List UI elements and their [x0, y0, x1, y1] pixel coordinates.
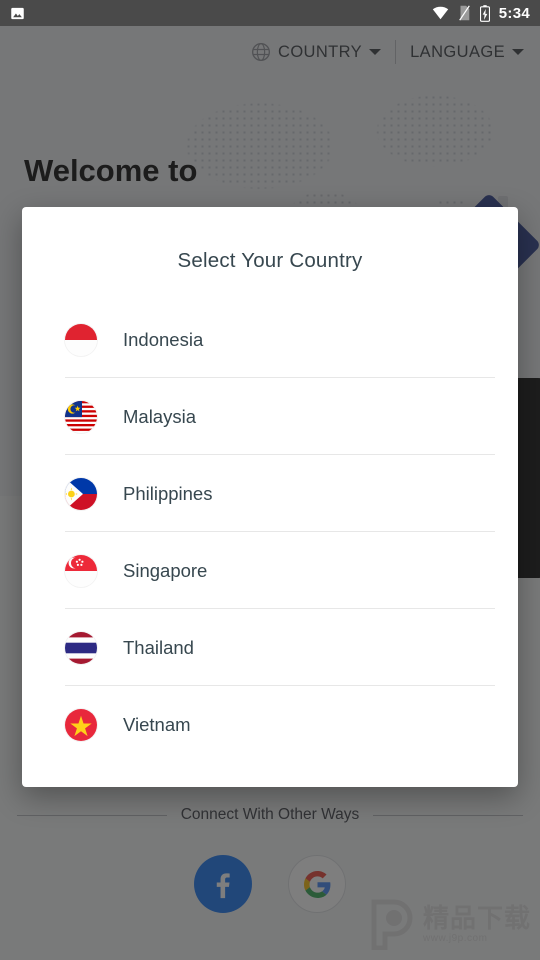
- screen: COUNTRY LANGUAGE Welcome to Connect With…: [0, 0, 540, 960]
- country-list-item-singapore[interactable]: Singapore: [22, 532, 518, 609]
- country-name-label: Thailand: [123, 636, 194, 658]
- vietnam-flag-icon: [65, 708, 97, 741]
- country-name-label: Vietnam: [123, 713, 191, 735]
- country-list-item-vietnam[interactable]: Vietnam: [22, 686, 518, 763]
- dialog-title: Select Your Country: [177, 249, 363, 272]
- philippines-flag-icon: [65, 477, 97, 510]
- country-list: Indonesia Malaysia Philippines Singapore…: [22, 301, 518, 763]
- no-sim-icon: [458, 5, 470, 21]
- status-bar-icons: 5:34: [432, 5, 530, 22]
- country-selection-dialog: Select Your Country Indonesia Malaysia P…: [22, 207, 518, 787]
- status-bar-notifications: [10, 6, 25, 21]
- wifi-icon: [432, 6, 448, 20]
- country-list-item-malaysia[interactable]: Malaysia: [22, 378, 518, 455]
- thailand-flag-icon: [65, 631, 97, 664]
- country-name-label: Philippines: [123, 482, 213, 504]
- status-bar: 5:34: [0, 0, 540, 26]
- country-name-label: Indonesia: [123, 328, 204, 350]
- singapore-flag-icon: [65, 554, 97, 587]
- status-bar-clock: 5:34: [498, 4, 530, 22]
- malaysia-flag-icon: [65, 400, 97, 433]
- country-list-item-thailand[interactable]: Thailand: [22, 609, 518, 686]
- country-name-label: Malaysia: [123, 405, 196, 427]
- battery-charging-icon: [479, 4, 490, 22]
- indonesia-flag-icon: [65, 323, 97, 356]
- country-name-label: Singapore: [123, 559, 208, 581]
- country-list-item-philippines[interactable]: Philippines: [22, 455, 518, 532]
- country-list-item-indonesia[interactable]: Indonesia: [22, 301, 518, 378]
- image-notification-icon: [11, 7, 24, 19]
